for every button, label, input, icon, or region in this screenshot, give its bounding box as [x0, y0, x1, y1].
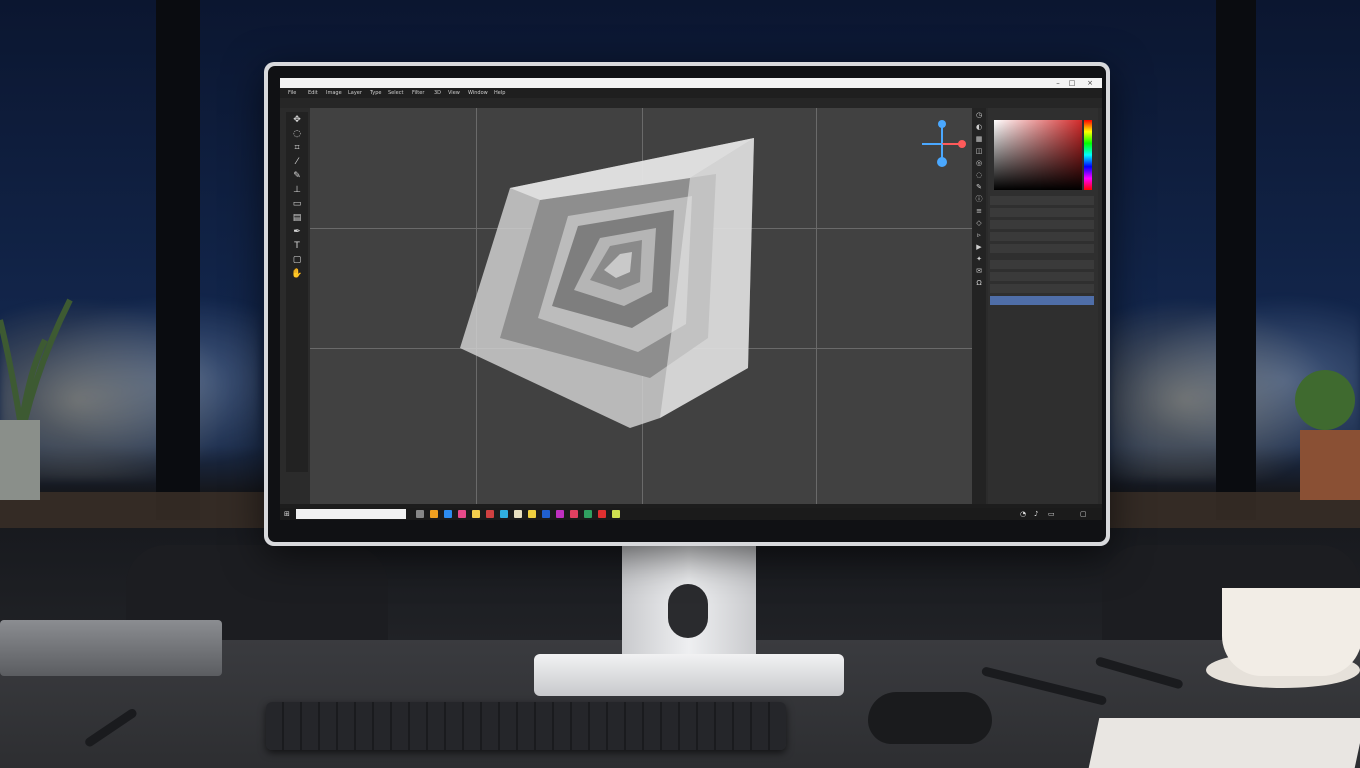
- move-icon[interactable]: ✥: [289, 114, 305, 126]
- mouse: [868, 692, 992, 744]
- guide-line: [816, 108, 817, 504]
- menu-help[interactable]: Help: [494, 88, 505, 98]
- paths-icon[interactable]: ◌: [974, 170, 984, 180]
- monitor: – □ × File Edit Image Layer Type Select …: [264, 62, 1110, 546]
- layer-row[interactable]: [990, 232, 1094, 241]
- shape-icon[interactable]: ▢: [289, 254, 305, 266]
- 3d-tunnel-object[interactable]: [460, 138, 760, 448]
- app-icon[interactable]: [444, 510, 452, 518]
- brush-settings-icon[interactable]: ✎: [974, 182, 984, 192]
- pen-icon[interactable]: ✒: [289, 226, 305, 238]
- window-frame-left: [156, 0, 200, 520]
- menu-view[interactable]: View: [448, 88, 460, 98]
- glyphs-icon[interactable]: Ω: [974, 278, 984, 288]
- keyboard: [266, 702, 786, 750]
- maximize-icon[interactable]: □: [1066, 78, 1078, 88]
- 3d-icon[interactable]: ◇: [974, 218, 984, 228]
- notes-icon[interactable]: ✉: [974, 266, 984, 276]
- timeline-icon[interactable]: ▹: [974, 230, 984, 240]
- info-icon[interactable]: ⓘ: [974, 194, 984, 204]
- app-icon[interactable]: [514, 510, 522, 518]
- app-icon[interactable]: [542, 510, 550, 518]
- hand-icon[interactable]: ✋: [289, 268, 305, 280]
- menu-window[interactable]: Window: [468, 88, 488, 98]
- notification-icon[interactable]: ▢: [1080, 508, 1087, 520]
- closed-laptop: [0, 620, 222, 676]
- monitor-stand-cutout: [668, 584, 708, 638]
- tools-panel-left: ✥ ◌ ⌗ ⁄ ✎ ⊥ ▭ ▤ ✒ T ▢ ✋: [286, 112, 308, 472]
- start-icon[interactable]: ⊞: [284, 508, 290, 520]
- tools-panel-right: ◷ ◐ ▦ ◫ ◎ ◌ ✎ ⓘ ≡ ◇ ▹ ▶ ✦ ✉ Ω: [972, 108, 986, 504]
- layer-row-selected[interactable]: [990, 296, 1094, 305]
- volume-icon[interactable]: ♪: [1034, 508, 1038, 520]
- layer-row[interactable]: [990, 196, 1094, 205]
- menu-type[interactable]: Type: [370, 88, 381, 98]
- menu-select[interactable]: Select: [388, 88, 403, 98]
- paper-note: [1088, 718, 1360, 768]
- office-scene: – □ × File Edit Image Layer Type Select …: [0, 0, 1360, 768]
- styles-icon[interactable]: ✦: [974, 254, 984, 264]
- hue-slider[interactable]: [1084, 120, 1092, 190]
- layer-row[interactable]: [990, 208, 1094, 217]
- swatch-icon[interactable]: ▦: [974, 134, 984, 144]
- layer-row[interactable]: [990, 220, 1094, 229]
- coffee-cup: [1222, 588, 1360, 676]
- eraser-icon[interactable]: ▭: [289, 198, 305, 210]
- menu-image[interactable]: Image: [326, 88, 342, 98]
- monitor-bezel: – □ × File Edit Image Layer Type Select …: [268, 66, 1106, 542]
- app-titlebar: – □ ×: [280, 78, 1102, 88]
- 3d-axis-gizmo[interactable]: [916, 116, 968, 172]
- close-icon[interactable]: ×: [1084, 78, 1096, 88]
- lasso-icon[interactable]: ◌: [289, 128, 305, 140]
- app-icon[interactable]: [472, 510, 480, 518]
- gradient-icon[interactable]: ▤: [289, 212, 305, 224]
- app-icon[interactable]: [486, 510, 494, 518]
- app-icon[interactable]: [556, 510, 564, 518]
- layer-row[interactable]: [990, 284, 1094, 293]
- monitor-screen: – □ × File Edit Image Layer Type Select …: [280, 78, 1102, 520]
- app-icon[interactable]: [500, 510, 508, 518]
- options-bar: [280, 98, 1102, 108]
- history-icon[interactable]: ◷: [974, 110, 984, 120]
- 3d-canvas[interactable]: [310, 108, 972, 504]
- app-icon[interactable]: [598, 510, 606, 518]
- plant-right: [1295, 370, 1360, 500]
- properties-panel: [988, 108, 1098, 504]
- app-icon[interactable]: [416, 510, 424, 518]
- taskbar-search[interactable]: [296, 509, 406, 519]
- app-icon[interactable]: [612, 510, 620, 518]
- layer-row[interactable]: [990, 272, 1094, 281]
- plant-left: [0, 298, 73, 500]
- taskbar: ⊞ ◔ ♪ ▭ ▢: [280, 508, 1102, 520]
- menu-edit[interactable]: Edit: [308, 88, 318, 98]
- properties-icon[interactable]: ≡: [974, 206, 984, 216]
- menu-filter[interactable]: Filter: [412, 88, 424, 98]
- menu-file[interactable]: File: [288, 88, 296, 98]
- app-icon[interactable]: [430, 510, 438, 518]
- minimize-icon[interactable]: –: [1052, 78, 1064, 88]
- monitor-base: [534, 654, 844, 696]
- layer-row[interactable]: [990, 244, 1094, 253]
- adjust-icon[interactable]: ◐: [974, 122, 984, 132]
- stamp-icon[interactable]: ⊥: [289, 184, 305, 196]
- color-picker-field[interactable]: [994, 120, 1082, 190]
- brush-icon[interactable]: ✎: [289, 170, 305, 182]
- app-icon[interactable]: [528, 510, 536, 518]
- layer-row[interactable]: [990, 260, 1094, 269]
- text-icon[interactable]: T: [289, 240, 305, 252]
- app-icon[interactable]: [584, 510, 592, 518]
- network-icon[interactable]: ◔: [1020, 508, 1026, 520]
- eyedropper-icon[interactable]: ⁄: [289, 156, 305, 168]
- actions-icon[interactable]: ▶: [974, 242, 984, 252]
- app-icon[interactable]: [458, 510, 466, 518]
- battery-icon[interactable]: ▭: [1048, 508, 1055, 520]
- channels-icon[interactable]: ◎: [974, 158, 984, 168]
- window-frame-right: [1216, 0, 1256, 520]
- menu-3d[interactable]: 3D: [434, 88, 441, 98]
- app-icon[interactable]: [570, 510, 578, 518]
- layers-icon[interactable]: ◫: [974, 146, 984, 156]
- menu-layer[interactable]: Layer: [348, 88, 362, 98]
- crop-icon[interactable]: ⌗: [289, 142, 305, 154]
- menu-bar: File Edit Image Layer Type Select Filter…: [280, 88, 1102, 98]
